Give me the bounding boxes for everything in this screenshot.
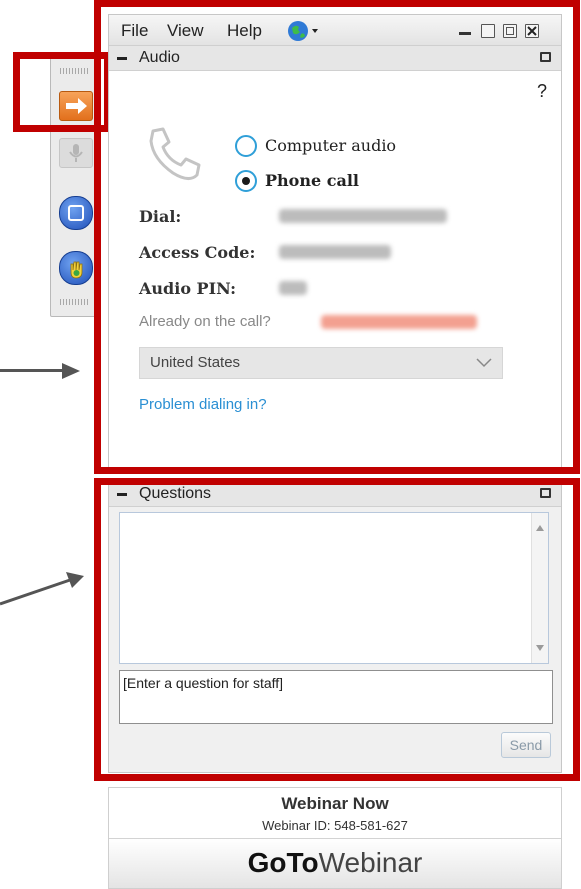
webinar-id: Webinar ID: 548-581-627	[262, 818, 408, 833]
raise-hand-icon[interactable]	[59, 251, 93, 285]
microphone-icon[interactable]	[59, 138, 93, 168]
gotowebinar-logo: GoToWebinar	[109, 838, 561, 888]
highlight-audio-panel	[94, 0, 580, 474]
highlight-questions-panel	[94, 478, 580, 781]
webinar-name: Webinar Now	[281, 794, 389, 813]
brand-bold: GoTo	[247, 847, 319, 878]
webinar-footer: Webinar Now Webinar ID: 548-581-627 GoTo…	[108, 787, 562, 889]
screen-icon[interactable]	[59, 196, 93, 230]
toolbar-grip-bottom[interactable]	[60, 299, 88, 305]
brand-light: Webinar	[318, 847, 423, 878]
